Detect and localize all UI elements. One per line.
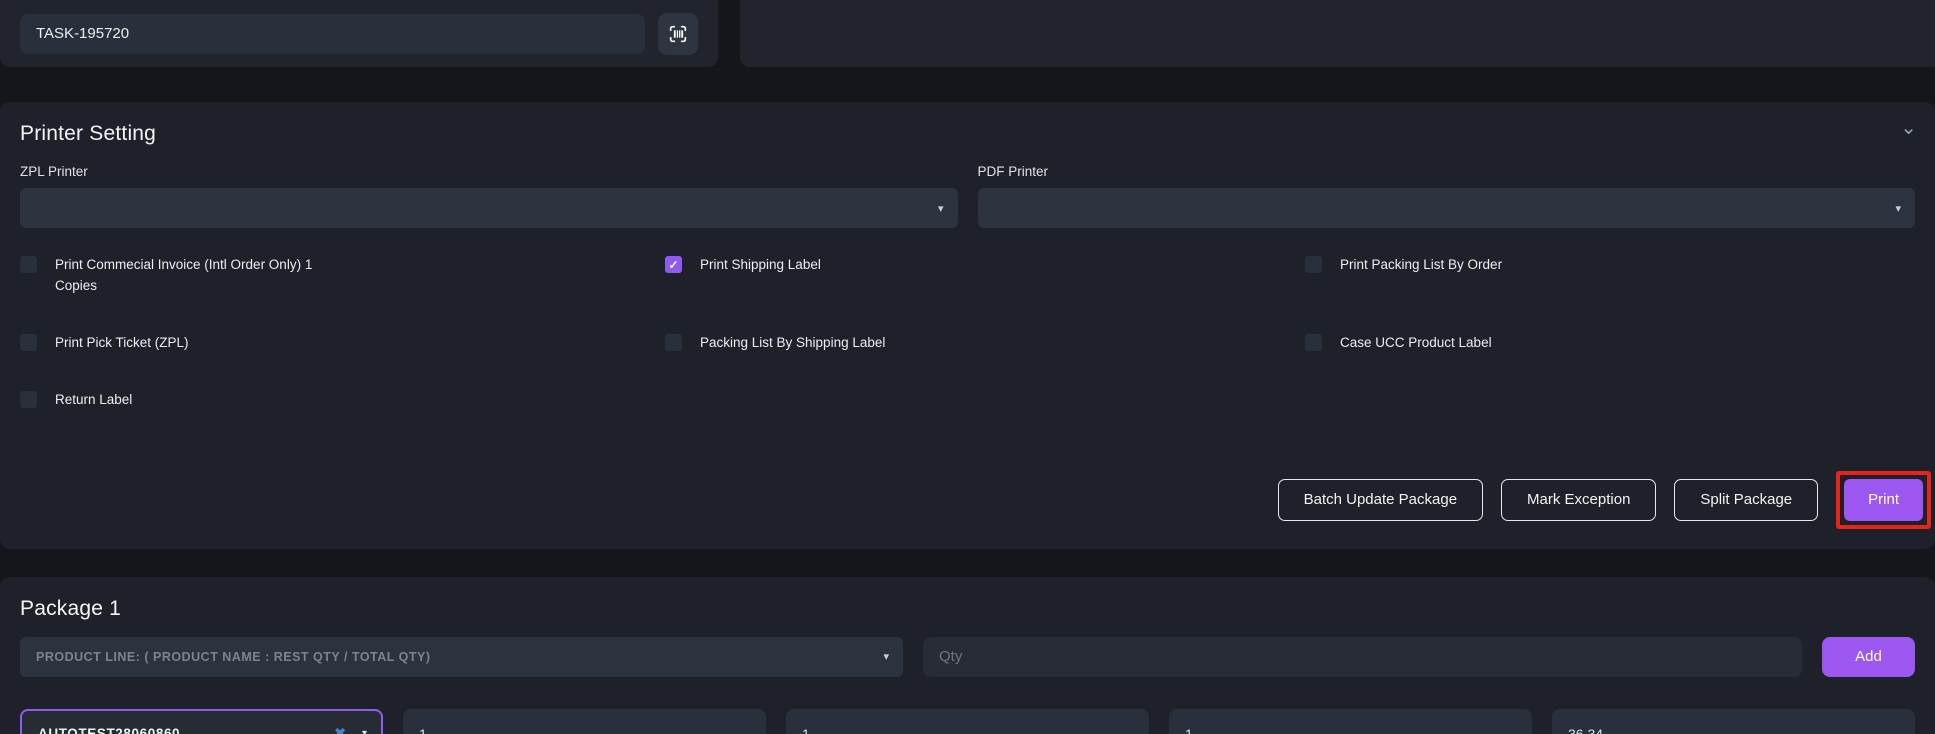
checkbox-box[interactable]: ✓ xyxy=(1305,256,1322,273)
checkbox-label: Print Shipping Label xyxy=(700,255,821,276)
barcode-scan-button[interactable] xyxy=(658,13,698,55)
line-qty-input-3[interactable] xyxy=(1169,709,1532,734)
checkbox-label: Print Packing List By Order xyxy=(1340,255,1502,276)
caret-down-icon: ▾ xyxy=(938,202,944,215)
caret-down-icon: ▾ xyxy=(883,650,889,663)
checkbox-case-ucc-product-label[interactable]: ✓ Case UCC Product Label xyxy=(1305,333,1915,354)
chevron-down-icon[interactable]: ⌄ xyxy=(1900,118,1917,138)
check-icon: ✓ xyxy=(668,259,678,271)
checkbox-print-shipping-label[interactable]: ✓ Print Shipping Label xyxy=(665,255,1305,297)
annotation-highlight-box: Print xyxy=(1836,471,1931,529)
line-qty-input-1[interactable] xyxy=(403,709,766,734)
checkbox-label: Case UCC Product Label xyxy=(1340,333,1492,354)
caret-down-icon: ▾ xyxy=(1895,202,1901,215)
product-item-select[interactable]: AUTOTEST28060860 ✖ ▾ xyxy=(20,709,383,734)
checkbox-box[interactable]: ✓ xyxy=(665,256,682,273)
task-scan-card xyxy=(0,0,718,67)
qty-input[interactable] xyxy=(923,637,1802,677)
checkbox-label: Return Label xyxy=(55,390,132,411)
line-weight-input[interactable] xyxy=(1552,709,1915,734)
product-line-placeholder: PRODUCT LINE: ( PRODUCT NAME : REST QTY … xyxy=(36,650,431,664)
checkbox-box[interactable]: ✓ xyxy=(20,391,37,408)
checkbox-print-packing-list-by-order[interactable]: ✓ Print Packing List By Order xyxy=(1305,255,1915,297)
zpl-printer-label: ZPL Printer xyxy=(20,164,958,179)
pdf-printer-select[interactable]: ▾ xyxy=(978,188,1916,228)
batch-update-package-button[interactable]: Batch Update Package xyxy=(1278,479,1483,521)
pdf-printer-field: PDF Printer ▾ xyxy=(978,164,1916,228)
zpl-printer-field: ZPL Printer ▾ xyxy=(20,164,958,228)
print-options-grid: ✓ Print Commecial Invoice (Intl Order On… xyxy=(20,255,1915,447)
checkbox-box[interactable]: ✓ xyxy=(1305,334,1322,351)
package-title: Package 1 xyxy=(20,597,1915,621)
checkbox-print-pick-ticket-zpl[interactable]: ✓ Print Pick Ticket (ZPL) xyxy=(20,333,665,354)
printer-selects: ZPL Printer ▾ PDF Printer ▾ xyxy=(20,164,1915,228)
mark-exception-button[interactable]: Mark Exception xyxy=(1501,479,1656,521)
print-button[interactable]: Print xyxy=(1844,479,1923,521)
task-number-input[interactable] xyxy=(20,14,645,54)
line-qty-input-2[interactable] xyxy=(786,709,1149,734)
action-buttons-row: Batch Update Package Mark Exception Spli… xyxy=(20,471,1915,529)
checkbox-label: Print Pick Ticket (ZPL) xyxy=(55,333,189,354)
checkbox-print-commercial-invoice[interactable]: ✓ Print Commecial Invoice (Intl Order On… xyxy=(20,255,665,297)
pdf-printer-label: PDF Printer xyxy=(978,164,1916,179)
clear-icon[interactable]: ✖ xyxy=(334,725,346,734)
barcode-scan-icon xyxy=(667,23,689,45)
checkbox-label: Packing List By Shipping Label xyxy=(700,333,885,354)
checkbox-box[interactable]: ✓ xyxy=(20,256,37,273)
printer-setting-title: Printer Setting xyxy=(20,122,1915,146)
caret-down-icon: ▾ xyxy=(362,728,367,734)
checkbox-packing-list-by-shipping-label[interactable]: ✓ Packing List By Shipping Label xyxy=(665,333,1305,354)
package-add-row: PRODUCT LINE: ( PRODUCT NAME : REST QTY … xyxy=(20,637,1915,677)
checkbox-box[interactable]: ✓ xyxy=(665,334,682,351)
package-panel: Package 1 PRODUCT LINE: ( PRODUCT NAME :… xyxy=(0,577,1935,734)
checkbox-box[interactable]: ✓ xyxy=(20,334,37,351)
printer-setting-panel: Printer Setting ⌄ ZPL Printer ▾ PDF Prin… xyxy=(0,102,1935,549)
checkbox-label: Print Commecial Invoice (Intl Order Only… xyxy=(55,255,337,297)
product-item-value: AUTOTEST28060860 xyxy=(38,726,334,734)
zpl-printer-select[interactable]: ▾ xyxy=(20,188,958,228)
top-bar-right-panel xyxy=(740,0,1935,67)
top-bar xyxy=(0,0,1935,67)
split-package-button[interactable]: Split Package xyxy=(1674,479,1818,521)
checkbox-return-label[interactable]: ✓ Return Label xyxy=(20,390,665,411)
package-line-row: AUTOTEST28060860 ✖ ▾ xyxy=(20,709,1915,734)
add-button[interactable]: Add xyxy=(1822,637,1915,677)
product-line-select[interactable]: PRODUCT LINE: ( PRODUCT NAME : REST QTY … xyxy=(20,637,903,677)
